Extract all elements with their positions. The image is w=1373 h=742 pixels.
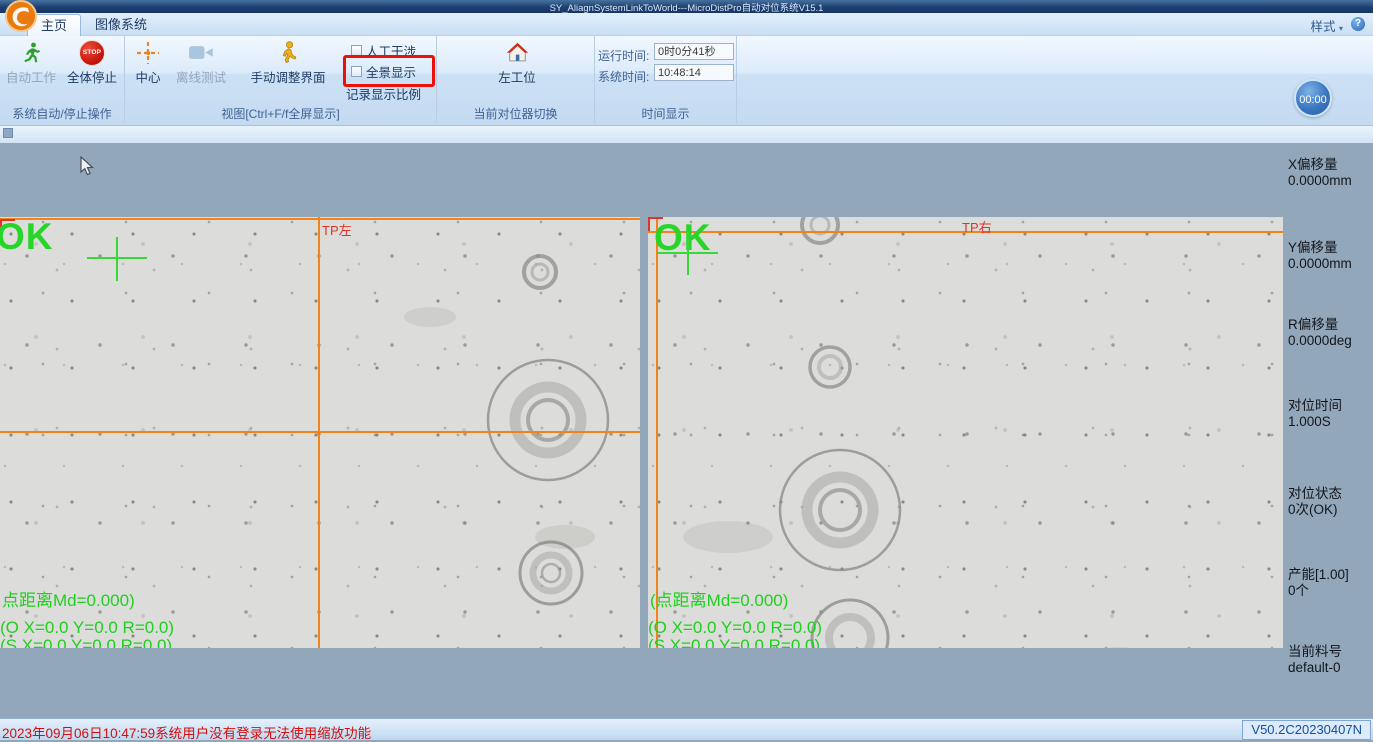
record-display-ratio-button[interactable]: 记录显示比例: [346, 84, 421, 103]
readout-label: X偏移量: [1288, 157, 1352, 173]
object-coords-readout: (O X=0.0 Y=0.0 R=0.0): [0, 618, 174, 638]
stop-all-button[interactable]: STOP 全体停止: [62, 39, 122, 86]
group-time-display: 运行时间: 0时0分41秒 系统时间: 10:48:14 时间显示: [595, 35, 737, 123]
readout-value: 0.0000mm: [1288, 173, 1352, 189]
manual-adjust-button[interactable]: 手动调整界面: [241, 39, 335, 86]
stop-icon: STOP: [62, 39, 122, 66]
chevron-down-icon: ▾: [1339, 24, 1343, 33]
ribbon: 自动工作 STOP 全体停止 系统自动/停止操作 中心: [0, 35, 1373, 126]
readout-value: 0个: [1288, 583, 1349, 599]
readout-value: 0.0000deg: [1288, 333, 1352, 349]
sys-time-field[interactable]: 10:48:14: [654, 64, 734, 81]
help-icon[interactable]: ?: [1351, 17, 1365, 31]
crosshair-icon: [127, 39, 169, 66]
app-logo-icon: [2, 0, 42, 41]
readout-value: default-0: [1288, 660, 1342, 676]
panorama-display-checkbox[interactable]: 全景显示: [351, 62, 416, 81]
object-coords-readout: (O X=0.0 Y=0.0 R=0.0): [648, 618, 822, 638]
readout-align-status: 对位状态 0次(OK): [1288, 486, 1342, 518]
readout-y-offset: Y偏移量 0.0000mm: [1288, 240, 1352, 272]
group-label-station-switch: 当前对位器切换: [437, 105, 594, 122]
checkbox-icon: [351, 66, 362, 77]
tp-left-label: TP左: [322, 220, 352, 239]
offline-test-button[interactable]: 离线测试: [169, 39, 233, 86]
readout-label: Y偏移量: [1288, 240, 1352, 256]
group-auto-stop: 自动工作 STOP 全体停止 系统自动/停止操作: [0, 35, 125, 123]
green-crosshair-icon: [116, 237, 118, 281]
readout-r-offset: R偏移量 0.0000deg: [1288, 317, 1352, 349]
window-title: SY_AliagnSystemLinkToWorld---MicroDistPr…: [550, 0, 824, 14]
status-ok-overlay: OK: [654, 221, 712, 255]
run-time-field[interactable]: 0时0分41秒: [654, 43, 734, 60]
crosshair-line-horizontal: [0, 431, 640, 433]
house-icon: [467, 39, 567, 66]
distance-readout: 点距离Md=0.000): [2, 586, 135, 611]
crosshair-line-vertical: [656, 217, 658, 648]
ribbon-tab-row: 主页 图像系统 样式 ▾ ?: [0, 13, 1373, 36]
mouse-cursor-icon: [80, 156, 96, 178]
quick-access-strip: [0, 125, 1373, 144]
readout-label: 产能[1.00]: [1288, 567, 1349, 583]
status-ok-overlay: OK: [0, 220, 54, 254]
readout-capacity: 产能[1.00] 0个: [1288, 567, 1349, 599]
tab-image-system[interactable]: 图像系统: [82, 14, 160, 35]
status-message: 2023年09月06日10:47:59系统用户没有登录无法使用缩放功能: [2, 722, 371, 742]
stage-coords-readout: (S X=0.0 Y=0.0 R=0.0): [648, 636, 820, 648]
readout-align-time: 对位时间 1.000S: [1288, 398, 1342, 430]
readout-value: 1.000S: [1288, 414, 1342, 430]
title-bar: SY_AliagnSystemLinkToWorld---MicroDistPr…: [0, 0, 1373, 13]
green-crosshair-icon: [658, 252, 718, 254]
group-label-auto-stop: 系统自动/停止操作: [0, 105, 124, 122]
camera-view-left[interactable]: OK TP左 点距离Md=0.000) (O X=0.0 Y=0.0 R=0.0…: [0, 217, 640, 648]
readout-label: 对位状态: [1288, 486, 1342, 502]
distance-readout: (点距离Md=0.000): [650, 586, 788, 611]
stage-coords-readout: (S X=0.0 Y=0.0 R=0.0): [0, 636, 172, 648]
readout-label: 对位时间: [1288, 398, 1342, 414]
crosshair-line-top: [0, 218, 640, 220]
person-icon: [241, 39, 335, 66]
group-label-time-display: 时间显示: [595, 105, 736, 122]
main-area: OK TP左 点距离Md=0.000) (O X=0.0 Y=0.0 R=0.0…: [0, 143, 1373, 718]
readout-value: 0.0000mm: [1288, 256, 1352, 272]
left-station-button[interactable]: 左工位: [467, 39, 567, 86]
alignment-target-rings: [648, 217, 1283, 648]
readout-value: 0次(OK): [1288, 502, 1342, 518]
readout-x-offset: X偏移量 0.0000mm: [1288, 157, 1352, 189]
sys-time-label: 系统时间:: [598, 68, 649, 85]
status-bar: 2023年09月06日10:47:59系统用户没有登录无法使用缩放功能 V50.…: [0, 718, 1373, 740]
video-camera-icon: [169, 39, 233, 66]
style-menu[interactable]: 样式 ▾: [1310, 16, 1343, 35]
manual-intervention-checkbox[interactable]: 人工干涉: [351, 41, 416, 60]
version-label: V50.2C20230407N: [1242, 720, 1371, 740]
checkbox-icon: [351, 45, 362, 56]
center-button[interactable]: 中心: [127, 39, 169, 86]
green-crosshair-icon: [87, 257, 147, 259]
group-view: 中心 离线测试 手动调整界面 人工干涉: [125, 35, 437, 123]
readout-current-part: 当前料号 default-0: [1288, 644, 1342, 676]
quick-access-icon: [3, 128, 13, 138]
group-label-view: 视图[Ctrl+F/f全屏显示]: [125, 105, 436, 122]
tp-right-label: TP右: [962, 217, 992, 236]
runner-icon: [2, 39, 60, 66]
auto-work-button[interactable]: 自动工作: [2, 39, 60, 86]
run-time-label: 运行时间:: [598, 47, 649, 64]
group-station-switch: 左工位 当前对位器切换: [437, 35, 595, 123]
camera-view-right[interactable]: OK TP右 (点距离Md=0.000) (O X=0.0 Y=0.0 R=0.…: [648, 217, 1283, 648]
timer-badge: 00:00: [1294, 79, 1332, 117]
readout-label: 当前料号: [1288, 644, 1342, 660]
readout-label: R偏移量: [1288, 317, 1352, 333]
